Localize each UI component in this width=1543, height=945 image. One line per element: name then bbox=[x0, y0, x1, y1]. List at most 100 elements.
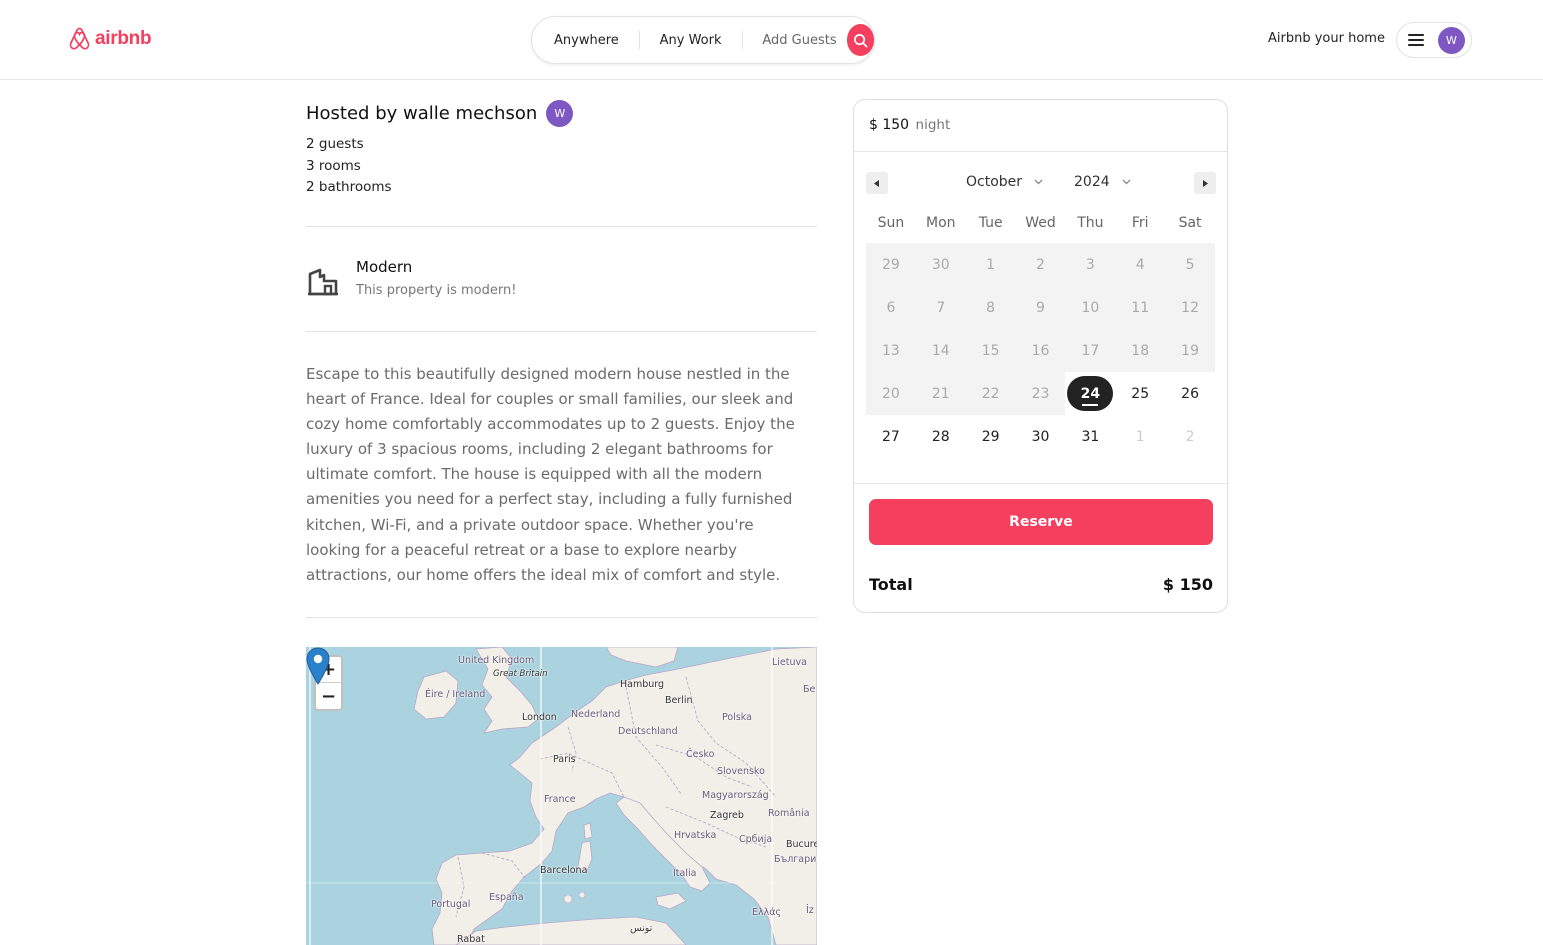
price-per-night: $ 150 night bbox=[869, 117, 950, 133]
calendar-day[interactable]: 25 bbox=[1115, 372, 1165, 415]
airbnb-your-home-link[interactable]: Airbnb your home bbox=[1268, 31, 1385, 46]
zoom-out-button[interactable]: − bbox=[316, 683, 341, 709]
map-label: España bbox=[489, 892, 524, 903]
listing-category: Modern This property is modern! bbox=[306, 258, 516, 298]
map-label: Éire / Ireland bbox=[425, 689, 486, 700]
map-label: Portugal bbox=[431, 899, 471, 910]
total-label: Total bbox=[869, 575, 913, 594]
section-divider bbox=[306, 226, 817, 227]
next-month-button[interactable] bbox=[1194, 172, 1216, 194]
calendar-day: 15 bbox=[981, 342, 1000, 359]
map-label: Lietuva bbox=[772, 657, 807, 668]
weekday-label: Mon bbox=[926, 215, 956, 231]
month-value: October bbox=[966, 174, 1023, 190]
calendar-day: 17 bbox=[1081, 342, 1100, 359]
map-label: Hrvatska bbox=[674, 830, 717, 841]
map-label: România bbox=[768, 808, 810, 819]
calendar-day: 8 bbox=[986, 299, 996, 316]
calendar-day: 22 bbox=[981, 385, 1000, 402]
map-label: Italia bbox=[673, 868, 697, 879]
section-divider bbox=[306, 331, 817, 332]
map-label: Бе bbox=[803, 684, 816, 695]
user-avatar: W bbox=[1438, 26, 1465, 54]
calendar-day[interactable]: 28 bbox=[916, 415, 966, 458]
search-bar[interactable]: Anywhere Any Work Add Guests bbox=[531, 16, 875, 64]
booking-card: $ 150 night October 2024 Sun Mon Tue Wed… bbox=[853, 99, 1228, 613]
logo-text: airbnb bbox=[95, 27, 152, 49]
map-label: Bucure bbox=[786, 839, 817, 850]
price-unit: night bbox=[915, 117, 951, 133]
map-label: United Kingdom bbox=[458, 655, 535, 666]
calendar-day: 30 bbox=[931, 256, 950, 273]
map-label: Rabat bbox=[457, 934, 485, 945]
calendar-day[interactable]: 26 bbox=[1165, 372, 1215, 415]
airbnb-logo[interactable]: airbnb bbox=[68, 26, 152, 51]
search-location[interactable]: Anywhere bbox=[532, 33, 639, 48]
weekday-label: Sat bbox=[1178, 215, 1202, 231]
user-menu-button[interactable]: W bbox=[1396, 22, 1472, 58]
price-value: $ 150 bbox=[869, 117, 910, 133]
map-label: Deutschland bbox=[618, 726, 678, 737]
weekday-header: Sun Mon Tue Wed Thu Fri Sat bbox=[866, 215, 1215, 231]
map-label: Nederland bbox=[571, 709, 621, 720]
navbar: airbnb Anywhere Any Work Add Guests Airb… bbox=[0, 0, 1543, 80]
calendar-day[interactable]: 31 bbox=[1065, 415, 1115, 458]
search-duration[interactable]: Any Work bbox=[640, 33, 742, 48]
map-label: Berlin bbox=[665, 695, 693, 706]
map-label: London bbox=[522, 712, 557, 723]
calendar-day: 20 bbox=[882, 385, 900, 402]
calendar-day: 6 bbox=[886, 299, 896, 316]
chevron-down-icon bbox=[1122, 179, 1131, 185]
calendar-header: October 2024 bbox=[866, 172, 1216, 194]
room-count: 3 rooms bbox=[306, 157, 361, 174]
map-label: Magyarország bbox=[702, 790, 769, 801]
search-button[interactable] bbox=[846, 24, 875, 56]
map-label: Србија bbox=[739, 834, 773, 845]
caret-left-icon bbox=[874, 179, 879, 187]
calendar-day: 19 bbox=[1181, 342, 1199, 359]
calendar-day[interactable]: 27 bbox=[866, 415, 916, 458]
map-label: Hamburg bbox=[620, 679, 665, 690]
calendar-day: 18 bbox=[1131, 342, 1150, 359]
category-name: Modern bbox=[356, 258, 413, 276]
calendar-day: 14 bbox=[931, 342, 950, 359]
location-map[interactable]: United Kingdom Great Britain Éire / Irel… bbox=[306, 647, 817, 945]
calendar-day: 13 bbox=[882, 342, 900, 359]
calendar-day: 5 bbox=[1185, 256, 1195, 273]
search-guests[interactable]: Add Guests bbox=[742, 33, 844, 48]
today-underline bbox=[1082, 404, 1099, 406]
year-select[interactable]: 2024 bbox=[1074, 174, 1131, 190]
listing-stats: 2 guests 3 rooms 2 bathrooms bbox=[306, 134, 392, 199]
map-label: Polska bbox=[722, 712, 752, 723]
card-divider bbox=[854, 483, 1227, 484]
calendar-day: 21 bbox=[931, 385, 950, 402]
map-marker-icon[interactable] bbox=[306, 647, 330, 685]
map-label: Slovensko bbox=[717, 766, 765, 777]
calendar-day: 7 bbox=[936, 299, 946, 316]
map-label: Barcelona bbox=[540, 865, 588, 876]
host-heading: Hosted by walle mechson W bbox=[306, 100, 574, 127]
reserve-button[interactable]: Reserve bbox=[869, 499, 1213, 545]
map-label: تونس bbox=[630, 923, 653, 934]
calendar-day: 23 bbox=[1031, 385, 1050, 402]
total-value: $ 150 bbox=[1162, 575, 1213, 594]
calendar-day: 9 bbox=[1036, 299, 1045, 316]
calendar-day: 29 bbox=[882, 256, 900, 273]
calendar-day: 3 bbox=[1085, 256, 1095, 273]
calendar-day-today[interactable]: 24 bbox=[1065, 372, 1115, 415]
map-label: France bbox=[544, 794, 576, 805]
listing-description: Escape to this beautifully designed mode… bbox=[306, 365, 795, 584]
map-label: България bbox=[774, 854, 817, 865]
previous-month-button[interactable] bbox=[866, 172, 888, 194]
month-select[interactable]: October bbox=[966, 174, 1043, 190]
map-label: Zagreb bbox=[710, 810, 744, 821]
chevron-down-icon bbox=[1034, 179, 1043, 185]
airbnb-logo-icon bbox=[69, 27, 90, 50]
calendar-day[interactable]: 30 bbox=[1016, 415, 1066, 458]
weekday-label: Wed bbox=[1025, 215, 1056, 231]
weekday-label: Fri bbox=[1131, 215, 1149, 231]
total-row: Total $ 150 bbox=[869, 575, 1213, 594]
category-description: This property is modern! bbox=[356, 283, 517, 298]
calendar-day[interactable]: 29 bbox=[966, 415, 1016, 458]
modern-house-icon bbox=[308, 268, 338, 296]
